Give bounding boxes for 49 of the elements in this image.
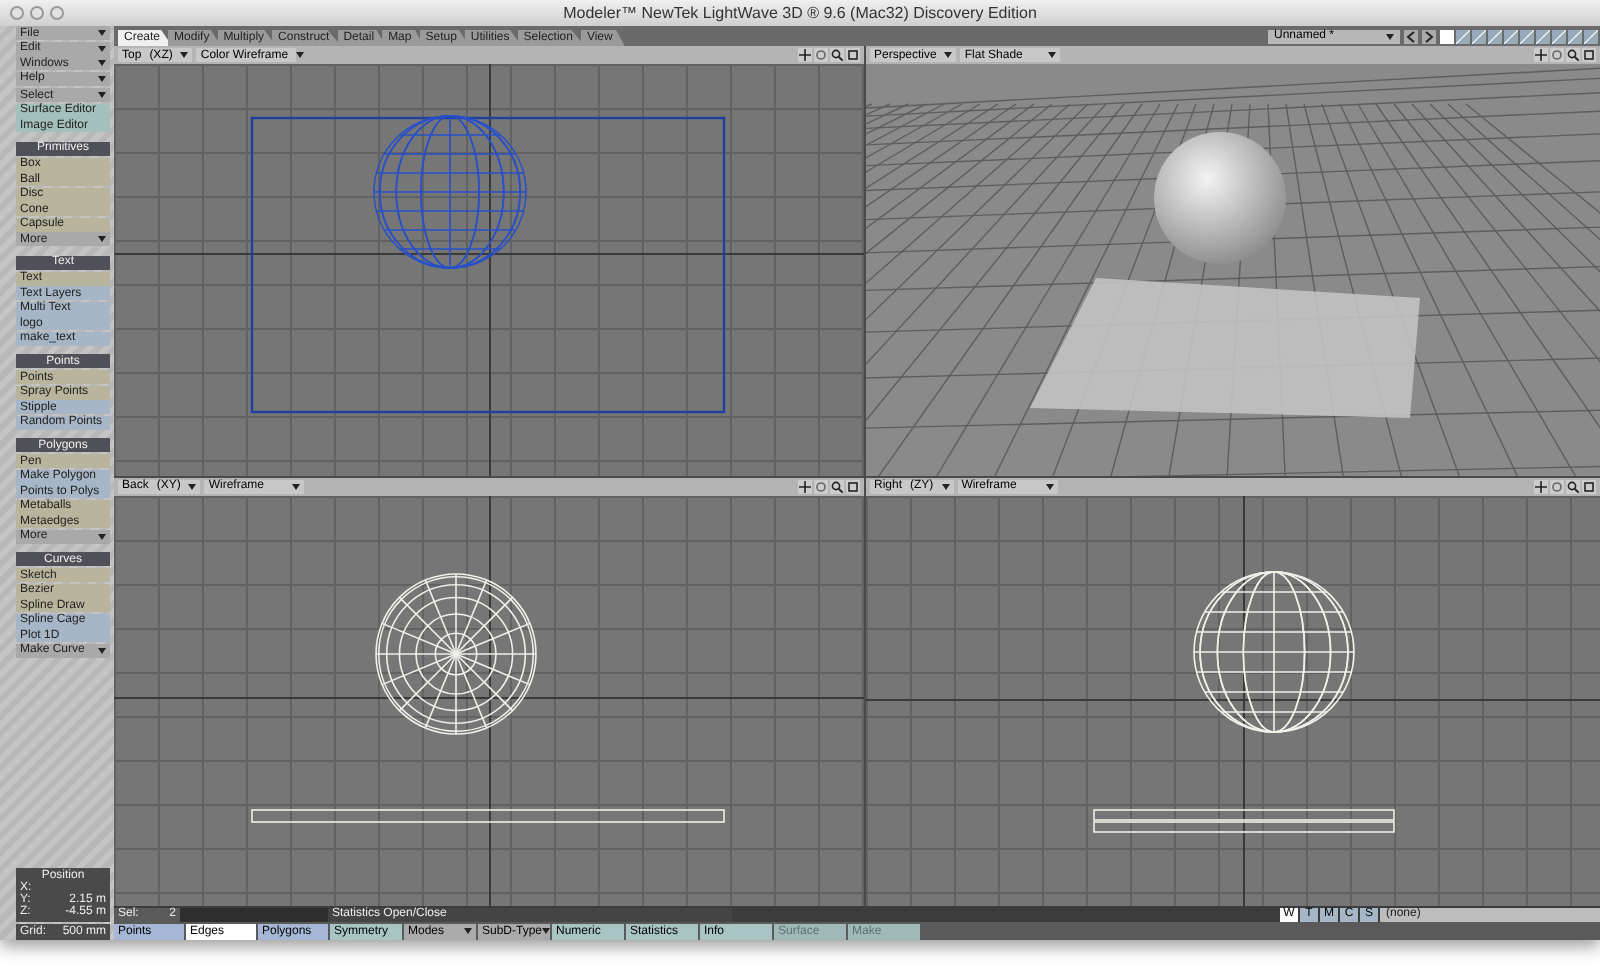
caret-icon xyxy=(1048,52,1057,58)
rotate-icon[interactable] xyxy=(814,48,828,62)
caret-icon xyxy=(188,483,197,489)
caret-icon xyxy=(98,236,106,242)
window-title: Modeler™ NewTek LightWave 3D ® 9.6 (Mac32) Discovery Edition xyxy=(563,4,1037,22)
caret-icon xyxy=(1045,483,1054,489)
next-icon[interactable] xyxy=(1422,29,1436,43)
maximize-icon[interactable] xyxy=(846,48,860,62)
layer-button[interactable] xyxy=(1568,29,1582,43)
layer-button[interactable] xyxy=(1488,29,1502,43)
layer-button[interactable] xyxy=(1440,29,1454,43)
layer-button[interactable] xyxy=(1456,29,1470,43)
caret-icon xyxy=(292,483,301,489)
zoom-icon[interactable] xyxy=(1566,48,1580,62)
zoom-icon[interactable] xyxy=(1566,479,1580,493)
viewport-canvas[interactable] xyxy=(114,495,864,906)
layer-button[interactable] xyxy=(1504,29,1518,43)
caret-icon xyxy=(98,92,106,98)
caret-icon xyxy=(98,60,106,66)
caret-icon xyxy=(98,647,106,653)
caret-icon xyxy=(464,928,472,934)
caret-icon xyxy=(1386,33,1394,39)
rotate-icon[interactable] xyxy=(1550,479,1564,493)
caret-icon xyxy=(98,533,106,539)
zoom-icon[interactable] xyxy=(830,479,844,493)
move-icon[interactable] xyxy=(1534,48,1548,62)
layer-button[interactable] xyxy=(1536,29,1550,43)
zoom-icon[interactable] xyxy=(830,48,844,62)
rotate-icon[interactable] xyxy=(814,479,828,493)
move-icon[interactable] xyxy=(798,479,812,493)
move-icon[interactable] xyxy=(798,48,812,62)
caret-icon xyxy=(98,75,106,81)
layer-button[interactable] xyxy=(1552,29,1566,43)
caret-icon xyxy=(296,52,305,58)
viewport-canvas[interactable] xyxy=(866,495,1600,906)
shaded-sphere xyxy=(1154,132,1286,264)
caret-icon xyxy=(944,52,953,58)
rotate-icon[interactable] xyxy=(1550,48,1564,62)
caret-icon xyxy=(941,483,950,489)
previous-icon[interactable] xyxy=(1404,29,1418,43)
maximize-icon[interactable] xyxy=(1582,479,1596,493)
caret-icon xyxy=(180,52,189,58)
layer-button[interactable] xyxy=(1584,29,1598,43)
move-icon[interactable] xyxy=(1534,479,1548,493)
caret-icon xyxy=(98,30,106,36)
maximize-icon[interactable] xyxy=(1582,48,1596,62)
maximize-icon[interactable] xyxy=(846,479,860,493)
layer-button[interactable] xyxy=(1472,29,1486,43)
layer-button[interactable] xyxy=(1520,29,1534,43)
